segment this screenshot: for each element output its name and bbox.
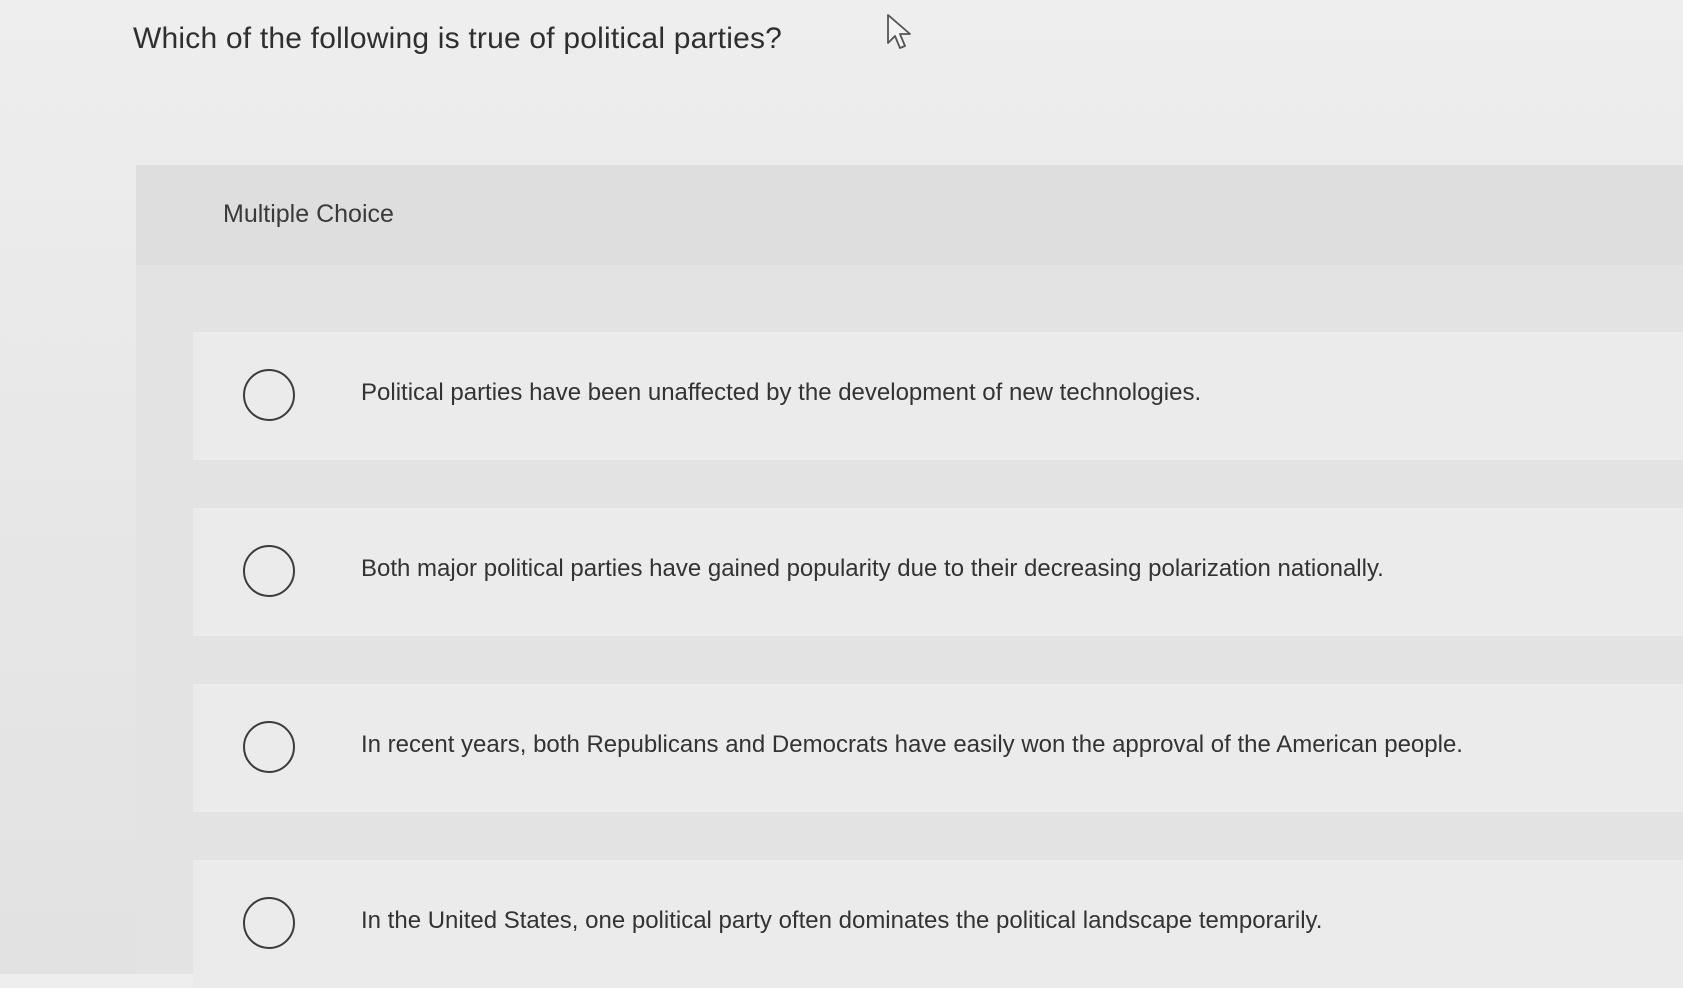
answer-option-label: In the United States, one political part… <box>361 907 1323 934</box>
answer-option-label: Political parties have been unaffected b… <box>361 379 1202 406</box>
radio-button-4[interactable] <box>243 897 295 949</box>
radio-button-2[interactable] <box>243 545 295 597</box>
answer-option-3[interactable]: In recent years, both Republicans and De… <box>193 684 1683 812</box>
answer-option-1[interactable]: Political parties have been unaffected b… <box>193 332 1683 460</box>
answer-option-label: Both major political parties have gained… <box>361 555 1384 582</box>
answer-option-label: In recent years, both Republicans and De… <box>361 731 1463 758</box>
answer-option-2[interactable]: Both major political parties have gained… <box>193 508 1683 636</box>
mouse-pointer-icon <box>887 14 911 49</box>
radio-button-3[interactable] <box>243 721 295 773</box>
multiple-choice-label: Multiple Choice <box>223 200 394 228</box>
question-text: Which of the following is true of politi… <box>133 22 783 55</box>
answer-option-4[interactable]: In the United States, one political part… <box>193 860 1683 988</box>
radio-button-1[interactable] <box>243 369 295 421</box>
